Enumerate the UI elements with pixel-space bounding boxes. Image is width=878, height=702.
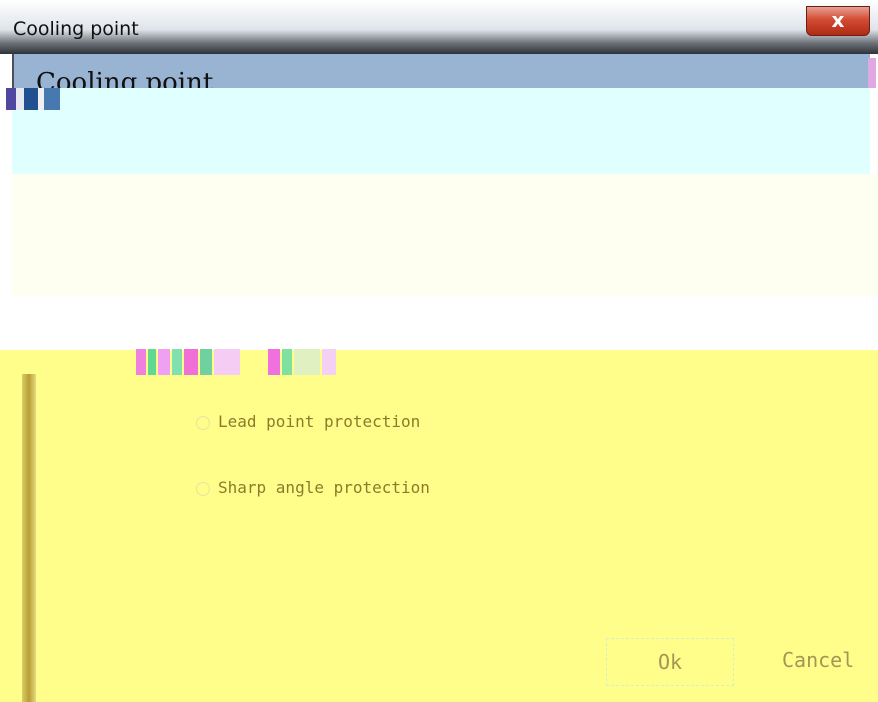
window-title: Cooling point xyxy=(13,18,139,40)
header-panel: Cooling point xyxy=(12,54,870,88)
content-area xyxy=(12,174,878,296)
option-label: Lead point protection xyxy=(218,412,421,431)
radio-icon[interactable] xyxy=(196,415,210,430)
close-button[interactable]: x xyxy=(806,6,870,36)
header-subtitle-area xyxy=(12,88,870,174)
lead-point-protection-option[interactable]: Lead point protection xyxy=(196,412,420,431)
header-title: Cooling point xyxy=(36,68,214,88)
title-bar: Cooling point x xyxy=(0,0,878,54)
content-area-band xyxy=(0,296,878,350)
option-label: Sharp angle protection xyxy=(218,478,430,497)
cancel-button[interactable]: Cancel xyxy=(782,648,854,672)
ok-button[interactable]: Ok xyxy=(606,638,734,686)
render-artifact xyxy=(136,349,350,375)
options-panel xyxy=(0,350,878,702)
sharp-angle-protection-option[interactable]: Sharp angle protection xyxy=(196,478,430,497)
render-artifact xyxy=(6,88,60,110)
radio-icon[interactable] xyxy=(196,481,210,496)
render-artifact xyxy=(868,58,876,88)
panel-left-border xyxy=(22,374,36,702)
